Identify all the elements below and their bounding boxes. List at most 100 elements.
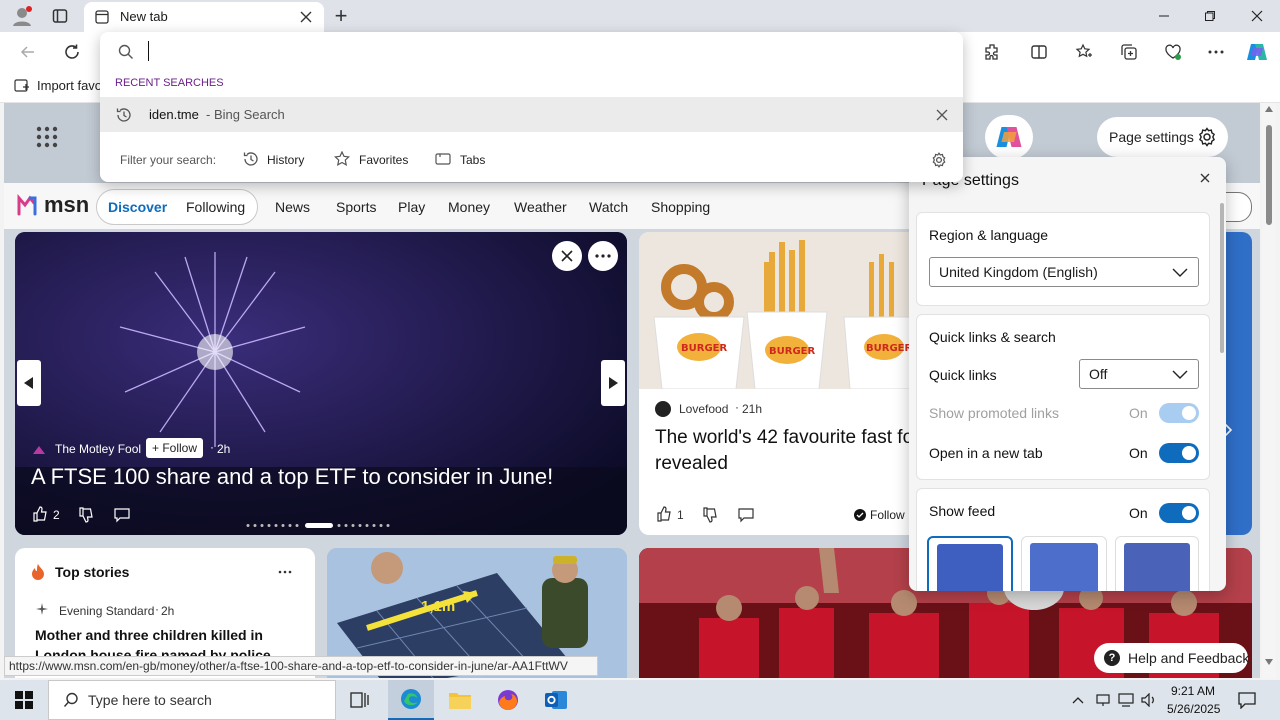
hero-follow-button[interactable]: + Follow — [146, 438, 204, 458]
food-follow-label[interactable]: Follow — [870, 508, 905, 522]
food-age: 21h — [742, 402, 763, 416]
page-settings-panel: Page settings Region & language United K… — [909, 157, 1226, 591]
taskbar-search-box[interactable]: Type here to search — [48, 680, 336, 720]
panel-close-icon[interactable] — [1196, 169, 1214, 187]
favorites-icon[interactable] — [1072, 40, 1096, 64]
edge-taskbar-icon[interactable] — [388, 680, 434, 720]
filter-label: Filter your search: — [120, 153, 217, 167]
hero-dot: · — [210, 440, 214, 454]
layout-option-inspirational[interactable] — [1021, 536, 1107, 591]
region-section: Region & language United Kingdom (Englis… — [916, 212, 1210, 306]
scroll-thumb[interactable] — [1266, 125, 1272, 225]
hero-comment-icon[interactable] — [113, 506, 131, 524]
notifications-icon[interactable] — [1236, 688, 1258, 712]
region-select[interactable]: United Kingdom (English) — [929, 257, 1199, 287]
panel-scrollbar[interactable] — [1220, 203, 1224, 353]
new-tab-button[interactable]: + — [330, 3, 352, 28]
plus-icon: + — [152, 441, 163, 455]
hero-dislike-icon[interactable] — [77, 506, 95, 524]
food-like-icon[interactable] — [655, 505, 673, 523]
address-input[interactable] — [144, 38, 944, 66]
back-icon[interactable] — [16, 40, 40, 64]
hero-like-icon[interactable] — [31, 505, 49, 523]
top-stories-more-icon[interactable] — [277, 564, 293, 580]
carousel-next-button[interactable] — [601, 360, 625, 406]
hero-card[interactable]: The Motley Fool + Follow · 2h A FTSE 100… — [15, 232, 627, 535]
history-icon — [243, 152, 258, 166]
windows-start-icon[interactable] — [0, 680, 48, 720]
carousel-prev-button[interactable] — [17, 360, 41, 406]
volume-icon[interactable] — [1140, 690, 1158, 710]
clock-date[interactable]: 5/26/2025 — [1167, 702, 1220, 716]
promoted-label: Show promoted links — [929, 405, 1059, 421]
quicklinks-title: Quick links & search — [929, 329, 1056, 345]
search-settings-gear-icon[interactable] — [930, 151, 948, 169]
layout-option-focused[interactable] — [927, 536, 1013, 591]
nav-sports[interactable]: Sports — [336, 199, 376, 215]
system-tray-network-icon[interactable] — [1094, 690, 1112, 710]
taskbar-search-placeholder: Type here to search — [88, 692, 212, 708]
tab-following[interactable]: Following — [186, 199, 245, 215]
page-settings-button[interactable]: Page settings — [1097, 117, 1228, 157]
import-favorites-link[interactable]: Import favo — [37, 78, 102, 93]
restore-button[interactable] — [1187, 0, 1233, 32]
quicklinks-select[interactable]: Off — [1079, 359, 1199, 389]
feed-label: Show feed — [929, 503, 996, 519]
address-bar-dropdown: RECENT SEARCHES iden.tme - Bing Search F… — [100, 32, 963, 182]
extensions-icon[interactable] — [980, 40, 1004, 64]
minimize-button[interactable] — [1141, 0, 1187, 32]
page-scrollbar[interactable] — [1262, 103, 1276, 678]
filter-history-label: History — [267, 153, 305, 167]
taskbar-search-icon — [63, 692, 78, 707]
flame-icon — [31, 563, 47, 581]
hero-headline[interactable]: A FTSE 100 share and a top ETF to consid… — [31, 464, 621, 490]
remove-suggestion-icon[interactable] — [934, 107, 950, 123]
outlook-icon[interactable] — [534, 680, 578, 720]
food-headline[interactable]: The world's 42 favourite fast food sides… — [655, 425, 929, 477]
promoted-state: On — [1129, 405, 1148, 421]
split-screen-icon[interactable] — [1027, 40, 1051, 64]
tab-actions-icon[interactable] — [50, 6, 70, 26]
app-launcher-icon[interactable] — [36, 125, 58, 149]
quicklinks-label: Quick links — [929, 367, 997, 383]
food-card[interactable]: BURGER BURGER BURGER Lovefood · 21h The wo… — [639, 232, 929, 535]
hero-more-button[interactable] — [588, 241, 618, 271]
scroll-down-arrow[interactable] — [1265, 659, 1273, 665]
nav-shopping[interactable]: Shopping — [651, 199, 710, 215]
feed-toggle-group: Discover Following — [96, 189, 258, 225]
chevron-down-icon — [1172, 370, 1188, 379]
nav-watch[interactable]: Watch — [589, 199, 628, 215]
nav-weather[interactable]: Weather — [514, 199, 567, 215]
copilot-badge[interactable] — [985, 115, 1033, 159]
close-window-button[interactable] — [1234, 0, 1280, 32]
browser-essentials-icon[interactable] — [1161, 40, 1185, 64]
copilot-icon[interactable] — [1245, 40, 1269, 64]
hero-dismiss-button[interactable] — [552, 241, 582, 271]
carousel-pager[interactable] — [245, 515, 395, 528]
firefox-icon[interactable] — [486, 680, 530, 720]
layout-option-informational[interactable] — [1115, 536, 1199, 591]
newtab-toggle[interactable] — [1159, 443, 1199, 463]
nav-play[interactable]: Play — [398, 199, 425, 215]
nav-money[interactable]: Money — [448, 199, 490, 215]
system-tray-display-icon[interactable] — [1117, 690, 1135, 710]
file-explorer-icon[interactable] — [438, 680, 482, 720]
recent-search-item[interactable]: iden.tme - Bing Search — [100, 97, 963, 132]
tab-discover[interactable]: Discover — [108, 199, 167, 215]
food-comment-icon[interactable] — [737, 506, 755, 524]
profile-icon[interactable] — [10, 4, 34, 28]
task-view-icon[interactable] — [340, 680, 380, 720]
refresh-icon[interactable] — [60, 40, 84, 64]
clock-time[interactable]: 9:21 AM — [1171, 684, 1215, 698]
collections-icon[interactable] — [1117, 40, 1141, 64]
more-menu-icon[interactable] — [1204, 40, 1228, 64]
nav-news[interactable]: News — [275, 199, 310, 215]
tab-new-tab[interactable]: New tab — [84, 2, 324, 32]
food-dislike-icon[interactable] — [701, 506, 719, 524]
scroll-up-arrow[interactable] — [1265, 106, 1273, 112]
top-story-dot: · — [155, 602, 159, 616]
show-hidden-icons-chevron[interactable] — [1070, 690, 1086, 710]
feed-toggle[interactable] — [1159, 503, 1199, 523]
help-feedback-button[interactable]: ? Help and Feedback — [1094, 643, 1249, 673]
close-tab-icon[interactable] — [298, 9, 314, 25]
